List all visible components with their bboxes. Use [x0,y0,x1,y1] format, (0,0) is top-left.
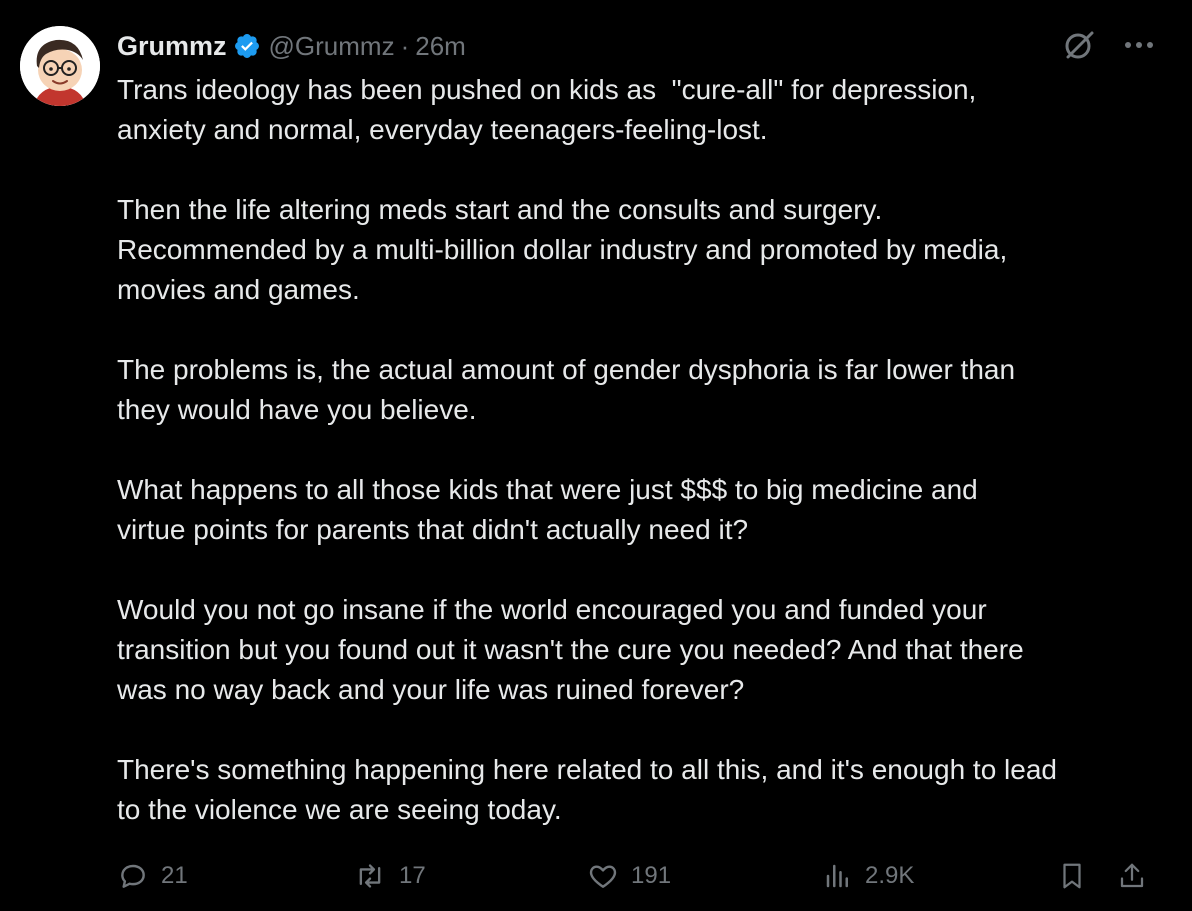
views-bar-chart-icon [823,861,853,891]
share-icon [1117,860,1147,892]
like-button[interactable]: 191 [587,856,671,896]
verified-badge-icon[interactable] [233,32,261,60]
repost-button[interactable]: 17 [353,856,426,896]
tweet-paragraph: Trans ideology has been pushed on kids a… [117,74,977,145]
timestamp[interactable]: 26m [415,31,466,62]
avatar[interactable] [20,26,100,106]
avatar-cartoon-face-icon [20,26,100,106]
reply-icon [117,860,149,892]
tweet-paragraph: Then the life altering meds start and th… [117,194,1008,305]
tweet[interactable]: Grummz @Grummz · 26m Trans ideology has … [0,0,1192,911]
separator: · [400,30,410,61]
more-dots-icon[interactable] [1124,40,1154,50]
repost-icon [353,860,387,892]
repost-count: 17 [399,862,426,889]
top-actions [1062,28,1154,62]
tweet-paragraph: What happens to all those kids that were… [117,474,978,545]
tweet-text: Trans ideology has been pushed on kids a… [117,70,1167,830]
views-button[interactable]: 2.9K [823,856,914,896]
display-name[interactable]: Grummz [117,31,227,62]
action-bar: 21 17 191 2.9K [117,856,1157,896]
reply-count: 21 [161,862,188,889]
share-button[interactable] [1117,856,1147,896]
bookmark-icon [1057,860,1087,892]
heart-icon [587,860,619,892]
reply-button[interactable]: 21 [117,856,188,896]
handle[interactable]: @Grummz [269,31,395,62]
tweet-paragraph: There's something happening here related… [117,754,1057,825]
grok-icon[interactable] [1062,28,1096,62]
tweet-header: Grummz @Grummz · 26m [117,26,466,66]
views-count: 2.9K [865,862,915,889]
bookmark-button[interactable] [1057,856,1087,896]
tweet-paragraph: Would you not go insane if the world enc… [117,594,1024,705]
tweet-paragraph: The problems is, the actual amount of ge… [117,354,1016,425]
like-count: 191 [631,862,672,889]
